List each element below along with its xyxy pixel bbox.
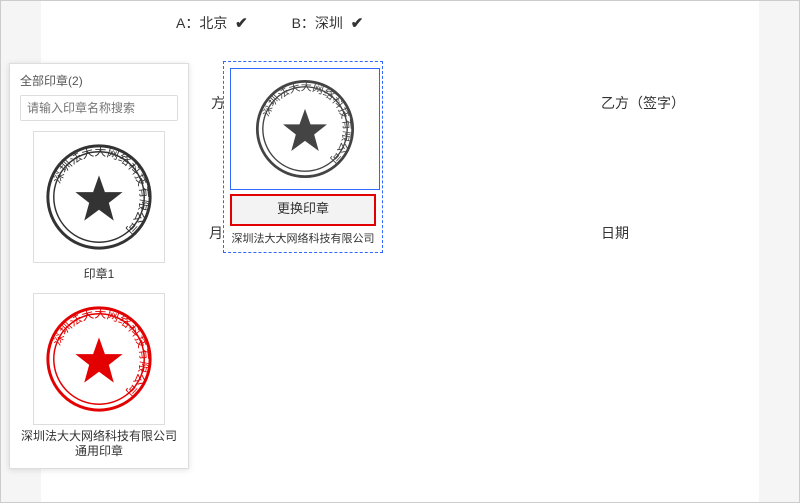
seal-picker-panel: 全部印章(2) 深圳法大大网络科技有限公司 印章1 深 (9, 63, 189, 469)
seal-placeholder[interactable]: 深圳法大大网络科技有限公司 更换印章 深圳法大大网络科技有限公司 (223, 61, 383, 253)
date-right: 日期 (601, 223, 629, 243)
seal-caption: 深圳法大大网络科技有限公司 (230, 230, 376, 246)
seal-item[interactable]: 深圳法大大网络科技有限公司 印章1 (20, 131, 178, 283)
seal-item[interactable]: 深圳法大大网络科技有限公司 深圳法大大网络科技有限公司通用印章 (20, 293, 178, 460)
option-b: B：深圳 (292, 15, 343, 31)
change-seal-button[interactable]: 更换印章 (230, 194, 376, 226)
seal-search-input[interactable] (20, 95, 178, 121)
panel-count: 2 (72, 74, 79, 88)
check-icon: ✔ (235, 15, 248, 32)
seal-item-label: 印章1 (20, 267, 178, 283)
seal-item-label: 深圳法大大网络科技有限公司通用印章 (20, 429, 178, 460)
seal-preview: 深圳法大大网络科技有限公司 (230, 68, 380, 190)
check-icon: ✔ (351, 15, 364, 32)
panel-title: 全部印章 (20, 74, 68, 88)
party-b-sign: 乙方（签字） (601, 93, 685, 113)
option-a: A：北京 (176, 15, 227, 31)
date-left: 月 (209, 223, 223, 243)
